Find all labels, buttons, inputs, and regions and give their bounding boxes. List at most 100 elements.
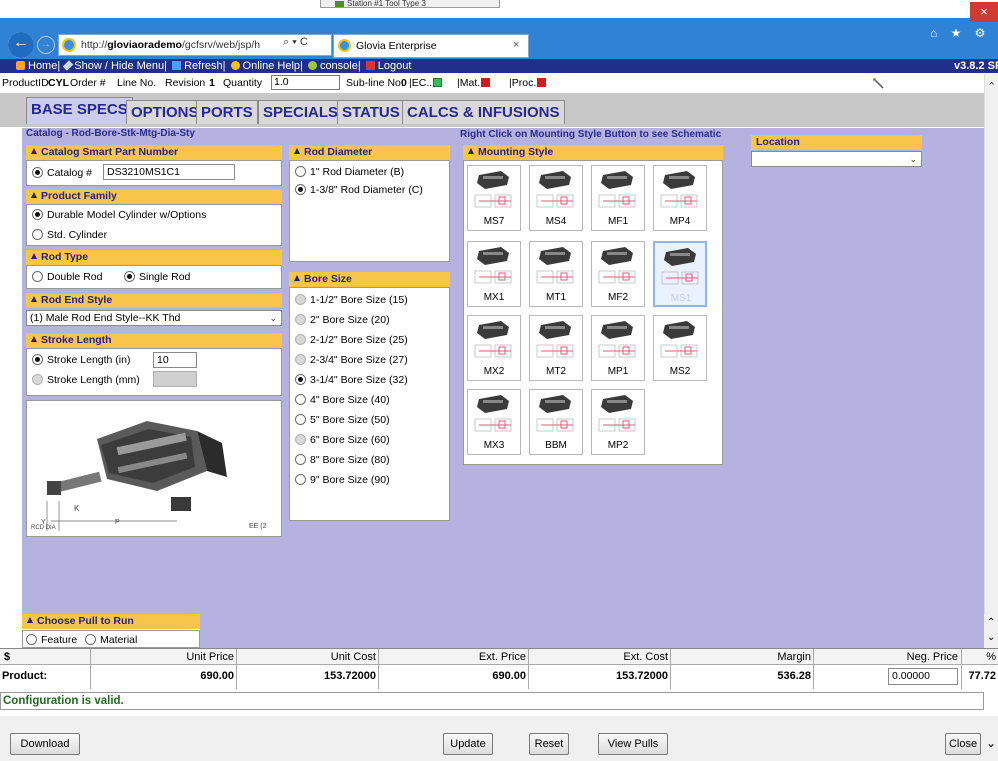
- address-tools[interactable]: ⌕ ▾ C: [283, 36, 308, 49]
- mounting-style-button[interactable]: MT1: [529, 241, 583, 307]
- stroke-mm-option[interactable]: Stroke Length (mm): [32, 374, 140, 387]
- scroll-up-icon[interactable]: ⌃: [987, 80, 996, 93]
- rod-diameter-option[interactable]: 1" Rod Diameter (B): [295, 166, 404, 179]
- radio-icon: [32, 271, 43, 282]
- mounting-style-button[interactable]: MX2: [467, 315, 521, 381]
- menu-home[interactable]: Home: [28, 59, 57, 73]
- mounting-style-button[interactable]: MS7: [467, 165, 521, 231]
- close-button[interactable]: Close: [945, 733, 981, 755]
- tab-calcs-infusions[interactable]: CALCS & INFUSIONS: [402, 100, 565, 124]
- bore-size-option[interactable]: 2-1/2" Bore Size (25): [295, 334, 408, 347]
- stroke-in-input[interactable]: 10: [153, 352, 197, 368]
- product-family-option[interactable]: Std. Cylinder: [32, 229, 107, 242]
- collapse-icon[interactable]: [27, 617, 33, 623]
- update-button[interactable]: Update: [443, 733, 493, 755]
- tab-specials[interactable]: SPECIALS: [258, 100, 344, 124]
- minimize-button[interactable]: –: [920, 2, 946, 22]
- pull-feature-option[interactable]: Feature: [26, 634, 77, 647]
- mounting-style-button[interactable]: MT2: [529, 315, 583, 381]
- mounting-style-label: MS7: [483, 216, 505, 227]
- tab-close-icon[interactable]: ×: [513, 39, 519, 51]
- mounting-style-button[interactable]: MF2: [591, 241, 645, 307]
- radio-disabled-icon: [295, 354, 306, 365]
- browser-toolbar-icons[interactable]: ⌂ ★ ⚙: [930, 26, 990, 40]
- rod-diameter-option[interactable]: 1-3/8" Rod Diameter (C): [295, 184, 423, 197]
- tab-ports[interactable]: PORTS: [196, 100, 258, 124]
- mat-status[interactable]: |Mat.: [457, 74, 491, 92]
- tab-base-specs[interactable]: BASE SPECS: [26, 97, 133, 124]
- catalog-radio[interactable]: Catalog #: [32, 167, 92, 180]
- bore-size-option[interactable]: 2-3/4" Bore Size (27): [295, 354, 408, 367]
- catalog-number-input[interactable]: DS3210MS1C1: [103, 164, 235, 180]
- close-window-button[interactable]: ×: [970, 2, 998, 22]
- mounting-style-button[interactable]: BBM: [529, 389, 583, 455]
- tab-status[interactable]: STATUS: [337, 100, 405, 124]
- tab-options[interactable]: OPTIONS: [126, 100, 204, 124]
- rod-end-style-select[interactable]: (1) Male Rod End Style--KK Thd ⌄: [26, 310, 282, 326]
- mounting-style-button[interactable]: MF1: [591, 165, 645, 231]
- stroke-in-option[interactable]: Stroke Length (in): [32, 354, 130, 367]
- back-button[interactable]: ←: [8, 32, 34, 58]
- location-select[interactable]: ⌄: [751, 151, 922, 167]
- pull-material-option[interactable]: Material: [85, 634, 137, 647]
- cylinder-thumbnail-icon: [598, 171, 636, 208]
- collapse-icon[interactable]: [468, 148, 474, 154]
- browser-tab[interactable]: Glovia Enterprise: [333, 34, 529, 58]
- mounting-style-button[interactable]: MX1: [467, 241, 521, 307]
- bore-size-option[interactable]: 1-1/2" Bore Size (15): [295, 294, 408, 307]
- scroll-up-icon[interactable]: ⌃: [987, 617, 995, 628]
- quantity-input[interactable]: 1.0: [271, 75, 340, 90]
- collapse-icon[interactable]: [294, 275, 300, 281]
- mounting-style-button[interactable]: MS4: [529, 165, 583, 231]
- bore-size-option[interactable]: 4" Bore Size (40): [295, 394, 390, 407]
- download-button[interactable]: Download: [10, 733, 80, 755]
- collapse-icon[interactable]: [31, 336, 37, 342]
- cylinder-thumbnail-icon: [661, 248, 699, 285]
- bore-size-option[interactable]: 5" Bore Size (50): [295, 414, 390, 427]
- proc-status[interactable]: |Proc.: [509, 74, 547, 92]
- menu-show-hide[interactable]: Show / Hide Menu: [74, 59, 164, 73]
- product-family-option[interactable]: Durable Model Cylinder w/Options: [32, 209, 206, 222]
- ec-status[interactable]: |EC..: [409, 74, 443, 92]
- mounting-style-button[interactable]: MP4: [653, 165, 707, 231]
- reset-button[interactable]: Reset: [529, 733, 569, 755]
- view-pulls-button[interactable]: View Pulls: [598, 733, 668, 755]
- mounting-style-button[interactable]: MP2: [591, 389, 645, 455]
- maximize-button[interactable]: □: [944, 2, 970, 22]
- collapse-icon[interactable]: [31, 192, 37, 198]
- neg-price-input[interactable]: 0.00000: [888, 668, 958, 685]
- radio-icon: [295, 394, 306, 405]
- menu-refresh[interactable]: Refresh: [184, 59, 223, 73]
- collapse-icon[interactable]: [31, 296, 37, 302]
- rod-type-option-label: Single Rod: [139, 271, 191, 283]
- bore-size-option[interactable]: 6" Bore Size (60): [295, 434, 390, 447]
- menu-logout[interactable]: Logout: [378, 59, 412, 73]
- collapse-icon[interactable]: [294, 148, 300, 154]
- collapse-icon[interactable]: [31, 253, 37, 259]
- wrench-icon[interactable]: [872, 77, 884, 89]
- stroke-mm-input[interactable]: [153, 371, 197, 387]
- ext-cost-value: 153.72000: [616, 670, 668, 682]
- bore-size-option[interactable]: 2" Bore Size (20): [295, 314, 390, 327]
- mounting-style-button[interactable]: MX3: [467, 389, 521, 455]
- rod-type-option[interactable]: Single Rod: [124, 271, 190, 284]
- background-tab-label: Station #1 Tool Type 3: [347, 0, 426, 8]
- collapse-icon[interactable]: [31, 148, 37, 154]
- bore-size-option[interactable]: 9" Bore Size (90): [295, 474, 390, 487]
- chevron-down-icon: ⌄: [269, 313, 277, 323]
- scroll-down-icon[interactable]: ⌄: [987, 632, 995, 643]
- inner-scrollbar[interactable]: ⌃ ⌄: [984, 614, 998, 648]
- percent-value: 77.72: [968, 670, 996, 682]
- menu-console[interactable]: console: [320, 59, 358, 73]
- bore-size-option-label: 5" Bore Size (50): [310, 414, 390, 426]
- mounting-style-button[interactable]: MS2: [653, 315, 707, 381]
- rod-type-option[interactable]: Double Rod: [32, 271, 102, 284]
- scroll-down-icon[interactable]: ⌄: [986, 736, 996, 750]
- bore-size-option[interactable]: 8" Bore Size (80): [295, 454, 390, 467]
- menu-online-help[interactable]: Online Help: [243, 59, 300, 73]
- forward-button[interactable]: →: [37, 36, 55, 54]
- vertical-scrollbar[interactable]: ⌃: [984, 74, 998, 614]
- mounting-style-button[interactable]: MS1: [653, 241, 707, 307]
- bore-size-option[interactable]: 3-1/4" Bore Size (32): [295, 374, 408, 387]
- mounting-style-button[interactable]: MP1: [591, 315, 645, 381]
